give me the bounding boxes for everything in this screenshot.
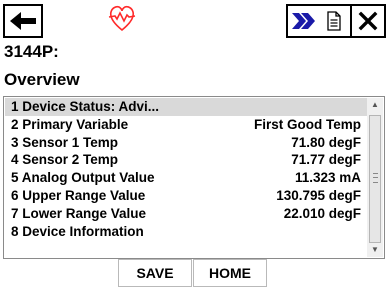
double-chevron-right-icon bbox=[292, 13, 315, 29]
menu-item-device-status[interactable]: 1 Device Status: Advi... bbox=[5, 98, 367, 116]
document-icon bbox=[327, 11, 341, 31]
menu-item-sensor-1-temp[interactable]: 3 Sensor 1 Temp 71.80 degF bbox=[5, 134, 367, 152]
menu-item-value: 130.795 degF bbox=[276, 187, 361, 203]
device-tag: 3144P: bbox=[4, 42, 59, 61]
menu-item-value: 22.010 degF bbox=[283, 205, 361, 221]
menu-list-box: 1 Device Status: Advi... 2 Primary Varia… bbox=[3, 96, 385, 259]
save-button[interactable]: SAVE bbox=[118, 259, 192, 287]
menu-item-value: 71.77 degF bbox=[291, 152, 361, 168]
vertical-scrollbar[interactable]: ▲ ▼ bbox=[367, 98, 383, 257]
toolbar bbox=[0, 0, 388, 42]
menu-item-value: 71.80 degF bbox=[291, 134, 361, 150]
home-button[interactable]: HOME bbox=[193, 259, 267, 287]
menu-item-value: 11.323 mA bbox=[294, 170, 361, 186]
softkey-bar: SAVE HOME bbox=[0, 259, 388, 287]
menu-list: 1 Device Status: Advi... 2 Primary Varia… bbox=[5, 98, 367, 240]
arrow-left-icon bbox=[10, 12, 36, 30]
close-button[interactable] bbox=[352, 4, 386, 38]
menu-item-label: 6 Upper Range Value bbox=[11, 187, 146, 203]
document-button[interactable] bbox=[318, 4, 352, 38]
menu-item-upper-range[interactable]: 6 Upper Range Value 130.795 degF bbox=[5, 187, 367, 205]
menu-item-label: 2 Primary Variable bbox=[11, 116, 129, 132]
menu-item-value: First Good Temp bbox=[254, 116, 361, 132]
menu-item-label: 5 Analog Output Value bbox=[11, 170, 155, 186]
menu-item-primary-variable[interactable]: 2 Primary Variable First Good Temp bbox=[5, 116, 367, 134]
menu-item-analog-output[interactable]: 5 Analog Output Value 11.323 mA bbox=[5, 169, 367, 187]
menu-item-label: 4 Sensor 2 Temp bbox=[11, 152, 119, 168]
broken-heart-icon bbox=[108, 5, 136, 32]
grip-icon bbox=[373, 173, 378, 183]
page-title: Overview bbox=[4, 70, 80, 89]
menu-item-label: 1 Device Status: Advi... bbox=[11, 99, 160, 114]
close-icon bbox=[358, 11, 378, 31]
menu-item-label: 8 Device Information bbox=[11, 223, 144, 239]
back-button[interactable] bbox=[3, 4, 43, 38]
menu-item-lower-range[interactable]: 7 Lower Range Value 22.010 degF bbox=[5, 205, 367, 223]
scrollbar-thumb[interactable] bbox=[369, 115, 381, 243]
menu-item-device-information[interactable]: 8 Device Information bbox=[5, 223, 367, 241]
menu-item-sensor-2-temp[interactable]: 4 Sensor 2 Temp 71.77 degF bbox=[5, 151, 367, 169]
scroll-up-arrow-icon[interactable]: ▲ bbox=[367, 98, 383, 112]
scroll-down-arrow-icon[interactable]: ▼ bbox=[367, 243, 383, 257]
menu-item-label: 3 Sensor 1 Temp bbox=[11, 134, 119, 150]
forward-button[interactable] bbox=[286, 4, 322, 38]
menu-item-label: 7 Lower Range Value bbox=[11, 205, 147, 221]
